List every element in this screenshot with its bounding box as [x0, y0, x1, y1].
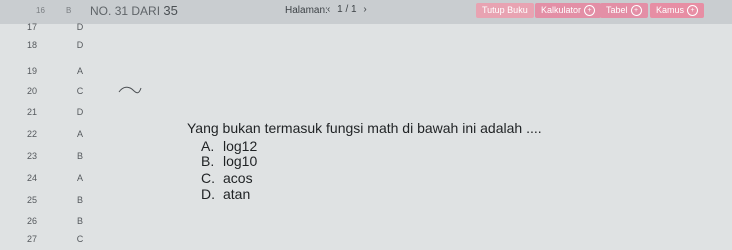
answer-key-column: D D A C D A B A B B C	[60, 22, 100, 244]
answer-key: D	[76, 107, 84, 117]
page-label: Halaman:	[285, 5, 328, 16]
answer-key: C	[76, 234, 84, 244]
close-book-button[interactable]: Tutup Buku	[476, 3, 534, 18]
answer-number: 25	[27, 195, 38, 205]
option-letter: A.	[201, 138, 215, 154]
open-circle-icon: +	[687, 5, 699, 17]
answer-key: C	[76, 86, 84, 96]
question-counter: NO. 31 DARI 35	[90, 3, 178, 18]
answer-number: 21	[27, 107, 38, 117]
prev-page-button[interactable]: ‹	[327, 4, 330, 15]
header-number: 16	[36, 6, 45, 15]
pager: ‹ 1 / 1 ›	[325, 4, 369, 15]
open-circle-icon: +	[584, 5, 596, 17]
option-c[interactable]: C. acos	[201, 170, 253, 186]
option-d[interactable]: D. atan	[201, 186, 250, 202]
header-key: B	[66, 6, 72, 15]
next-page-button[interactable]: ›	[363, 4, 366, 15]
option-b[interactable]: B. log10	[201, 153, 257, 169]
open-circle-icon: +	[630, 5, 642, 17]
answer-number: 23	[27, 151, 38, 161]
option-text: log10	[223, 153, 258, 169]
option-letter: B.	[201, 153, 215, 169]
answer-key: D	[76, 40, 84, 50]
answer-key: B	[76, 195, 83, 205]
option-text: log12	[223, 138, 258, 154]
page-indicator: 1 / 1	[337, 4, 357, 15]
dictionary-button[interactable]: Kamus +	[650, 3, 705, 18]
answer-number: 27	[27, 234, 38, 244]
calculator-label: Kalkulator	[541, 5, 582, 15]
counter-mid: DARI	[131, 4, 161, 18]
answer-number: 24	[27, 173, 38, 183]
answer-number: 22	[27, 129, 38, 139]
top-toolbar: 16 B NO. 31 DARI 35 Halaman: ‹ 1 / 1 › T…	[0, 0, 732, 24]
option-a[interactable]: A. log12	[201, 138, 257, 154]
option-letter: C.	[201, 170, 215, 186]
question-text: Yang bukan termasuk fungsi math di bawah…	[187, 120, 542, 136]
answer-key: B	[76, 151, 83, 161]
dictionary-label: Kamus	[656, 5, 685, 15]
answer-number: 20	[27, 86, 38, 96]
option-text: atan	[223, 186, 251, 202]
table-button[interactable]: Tabel +	[600, 3, 648, 18]
answer-number: 18	[27, 40, 38, 50]
answer-key: A	[76, 173, 83, 183]
counter-total: 35	[163, 3, 178, 18]
option-letter: D.	[201, 186, 215, 202]
calculator-button[interactable]: Kalkulator +	[535, 3, 602, 18]
counter-current: 31	[114, 4, 129, 18]
table-label: Tabel	[606, 5, 628, 15]
answer-number-column: 17 18 19 20 21 22 23 24 25 26 27	[0, 22, 60, 244]
close-book-label: Tutup Buku	[482, 5, 528, 15]
answer-number: 19	[27, 66, 38, 76]
option-text: acos	[223, 170, 253, 186]
pencil-mark-icon	[118, 86, 142, 94]
answer-key: A	[76, 129, 83, 139]
answer-key: A	[76, 66, 83, 76]
